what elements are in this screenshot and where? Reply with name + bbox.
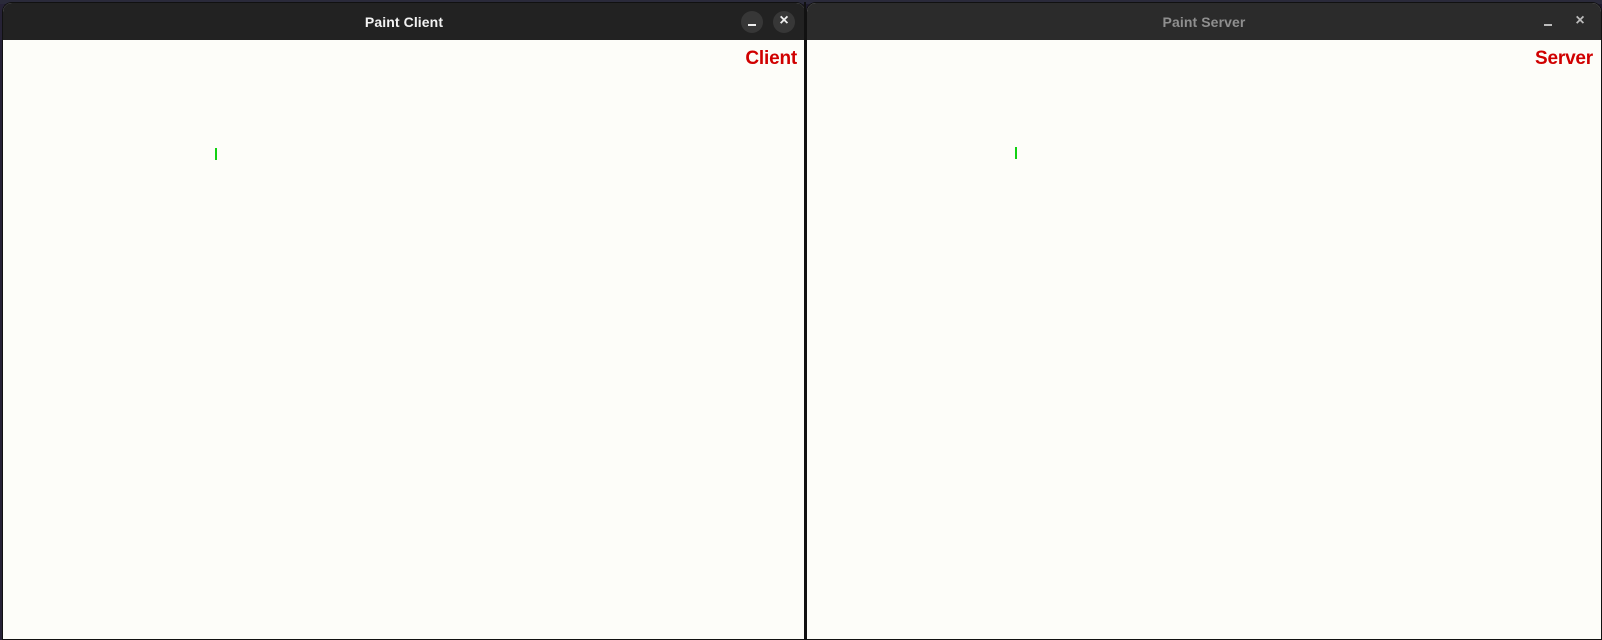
client-minimize-button[interactable] xyxy=(741,10,763,33)
client-titlebar[interactable]: Paint Client × xyxy=(3,3,805,40)
minimize-icon xyxy=(1544,24,1552,26)
client-close-button[interactable]: × xyxy=(773,10,795,33)
server-paint-canvas[interactable]: Server xyxy=(807,40,1601,639)
close-icon: × xyxy=(1575,12,1585,29)
server-canvas-label: Server xyxy=(1535,48,1593,69)
window-separator xyxy=(804,2,806,640)
server-minimize-button[interactable] xyxy=(1537,11,1559,33)
client-green-stroke xyxy=(215,148,217,160)
server-green-stroke xyxy=(1015,147,1017,159)
client-canvas-label: Client xyxy=(745,48,797,69)
server-window-title: Paint Server xyxy=(1162,13,1246,30)
server-window-controls: × xyxy=(1537,3,1601,40)
client-window-controls: × xyxy=(741,3,805,40)
server-titlebar[interactable]: Paint Server × xyxy=(807,3,1601,40)
minimize-icon xyxy=(748,24,756,26)
client-window-title: Paint Client xyxy=(364,13,444,30)
close-icon: × xyxy=(779,12,789,29)
paint-server-window: Paint Server × Server xyxy=(806,2,1602,640)
server-close-button[interactable]: × xyxy=(1569,11,1591,33)
paint-client-window: Paint Client × Client xyxy=(2,2,806,640)
client-paint-canvas[interactable]: Client xyxy=(3,40,805,639)
